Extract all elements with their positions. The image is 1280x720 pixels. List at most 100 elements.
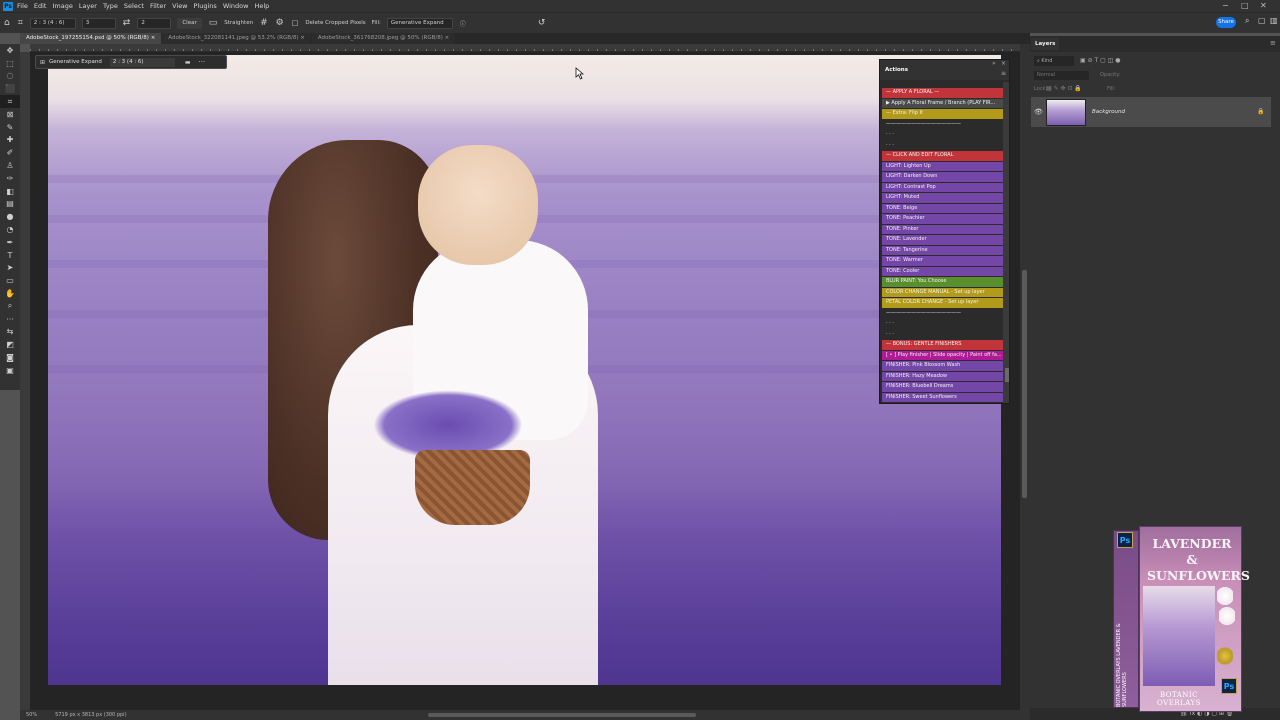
marquee-tool-icon[interactable]: ⬚ <box>0 57 20 70</box>
action-item[interactable]: ——————————————— <box>882 308 1003 318</box>
actions-panel-title[interactable]: Actions <box>880 60 1009 80</box>
menu-image[interactable]: Image <box>52 2 72 10</box>
action-item[interactable]: TONE: Cooler <box>882 266 1003 276</box>
home-icon[interactable]: ⌂ <box>4 18 10 28</box>
crop-height-field[interactable]: 2 <box>137 17 172 29</box>
menu-view[interactable]: View <box>172 2 187 10</box>
action-item[interactable]: · · · <box>882 140 1003 150</box>
action-item[interactable]: TONE: Pinker <box>882 224 1003 234</box>
menu-window[interactable]: Window <box>223 2 249 10</box>
action-item[interactable]: · · · <box>882 130 1003 140</box>
grid-overlay-icon[interactable]: # <box>260 18 268 28</box>
move-tool-icon[interactable]: ✥ <box>0 44 20 57</box>
layer-filter-select[interactable]: ⌕ Kind <box>1034 56 1074 66</box>
panel-menu-icon[interactable]: ≡ <box>1001 70 1006 77</box>
menu-filter[interactable]: Filter <box>150 2 166 10</box>
generative-expand-ratio[interactable]: 2 : 3 (4 : 6) <box>109 57 175 67</box>
maximize-icon[interactable]: □ <box>1241 1 1249 10</box>
tab-document-3[interactable]: AdobeStock_361768208.jpeg @ 50% (RGB/8) … <box>311 33 456 44</box>
action-item[interactable]: TONE: Lavender <box>882 235 1003 245</box>
zoom-level[interactable]: 50% <box>26 712 37 718</box>
action-item[interactable]: FINISHER: Pink Blossom Wash <box>882 361 1003 371</box>
menu-type[interactable]: Type <box>103 2 118 10</box>
eyedropper-icon[interactable]: ✎ <box>0 121 20 134</box>
actions-scrollbar-thumb[interactable] <box>1005 368 1009 382</box>
color-swatches-icon[interactable]: ◩ <box>0 338 20 351</box>
close-tab-icon[interactable]: × <box>300 35 305 41</box>
action-item[interactable]: TONE: Peachier <box>882 214 1003 224</box>
tab-document-1[interactable]: AdobeStock_197255154.psd @ 50% (RGB/8) × <box>20 33 162 44</box>
action-item[interactable]: LIGHT: Lighten Up <box>882 161 1003 171</box>
action-item[interactable]: ▶ Apply A Floral Frame / Branch (PLAY FI… <box>882 98 1003 108</box>
action-item[interactable]: COLOR CHANGE MANUAL - Set up layer <box>882 287 1003 297</box>
eye-visibility-icon[interactable]: 👁 <box>1034 108 1043 116</box>
swap-icon[interactable]: ⇄ <box>123 18 131 28</box>
clear-button[interactable]: Clear <box>177 17 202 29</box>
pen-tool-icon[interactable]: ✒ <box>0 236 20 249</box>
delete-cropped-checkbox[interactable]: □ <box>292 19 299 27</box>
menu-layer[interactable]: Layer <box>79 2 97 10</box>
action-item[interactable]: ——————————————— <box>882 119 1003 129</box>
dodge-tool-icon[interactable]: ◔ <box>0 223 20 236</box>
action-item[interactable]: — Extra: Flip It <box>882 109 1003 119</box>
layer-name[interactable]: Background <box>1092 109 1125 115</box>
straighten-button[interactable]: Straighten <box>224 20 253 26</box>
menu-help[interactable]: Help <box>254 2 269 10</box>
close-tab-icon[interactable]: × <box>151 35 156 41</box>
collapse-panel-icon[interactable]: » <box>992 60 996 67</box>
shape-tool-icon[interactable]: ▭ <box>0 274 20 287</box>
tab-document-2[interactable]: AdobeStock_322081141.jpeg @ 53.2% (RGB/8… <box>162 33 311 44</box>
action-item[interactable]: TONE: Warmer <box>882 256 1003 266</box>
type-tool-icon[interactable]: T <box>0 249 20 262</box>
gear-icon[interactable]: ⚙ <box>276 18 284 28</box>
lasso-tool-icon[interactable]: ◌ <box>0 70 20 83</box>
quick-mask-icon[interactable]: ◙ <box>0 351 20 364</box>
crop-width-field[interactable]: 3 <box>81 17 116 29</box>
info-icon[interactable]: ⓘ <box>460 19 466 28</box>
action-item[interactable]: TONE: Tangerine <box>882 245 1003 255</box>
gradient-icon[interactable]: ▤ <box>0 198 20 211</box>
action-item[interactable]: · · · <box>882 329 1003 339</box>
action-item[interactable]: FINISHER: Bluebell Dreams <box>882 382 1003 392</box>
close-tab-icon[interactable]: × <box>445 35 450 41</box>
horizontal-scrollbar-thumb[interactable] <box>428 713 696 717</box>
path-select-icon[interactable]: ➤ <box>0 262 20 275</box>
action-item[interactable]: FINISHER: Sweet Sunflowers <box>882 392 1003 402</box>
hand-tool-icon[interactable]: ✋ <box>0 287 20 300</box>
minimize-icon[interactable]: − <box>1222 1 1229 10</box>
eraser-icon[interactable]: ◧ <box>0 185 20 198</box>
straighten-icon[interactable]: ▭ <box>209 18 218 28</box>
fill-select[interactable]: Generative Expand <box>386 17 453 29</box>
action-item[interactable]: LIGHT: Darken Down <box>882 172 1003 182</box>
tab-layers[interactable]: Layers <box>1031 38 1060 50</box>
action-item[interactable]: PETAL COLOR CHANGE - Set up layer <box>882 298 1003 308</box>
generative-expand-button[interactable]: Generative Expand <box>49 59 102 65</box>
blur-tool-icon[interactable]: ● <box>0 210 20 223</box>
object-select-icon[interactable]: ⬛ <box>0 82 20 95</box>
action-item[interactable]: — APPLY A FLORAL — <box>882 88 1003 98</box>
action-item[interactable]: · · · <box>882 319 1003 329</box>
action-item[interactable]: LIGHT: Contrast Pop <box>882 182 1003 192</box>
action-item[interactable]: LIGHT: Muted <box>882 193 1003 203</box>
close-window-icon[interactable]: ✕ <box>1260 1 1267 10</box>
share-button[interactable]: Share <box>1216 17 1236 28</box>
history-brush-icon[interactable]: ✑ <box>0 172 20 185</box>
reset-icon[interactable]: ↺ <box>538 18 546 28</box>
crop-ratio-select[interactable]: 2 : 3 (4 : 6) <box>29 17 76 29</box>
panel-menu-icon[interactable]: ≡ <box>1270 39 1276 47</box>
healing-brush-icon[interactable]: ✚ <box>0 134 20 147</box>
action-item[interactable]: — CLICK AND EDIT FLORAL <box>882 151 1003 161</box>
crop-tool-icon[interactable]: ⌗ <box>0 95 20 108</box>
action-item[interactable]: [ • ] Play finisher | Slide opacity | Pa… <box>882 350 1003 360</box>
menu-plugins[interactable]: Plugins <box>194 2 217 10</box>
workspace-icon[interactable]: ▢ <box>1258 16 1266 25</box>
menu-file[interactable]: File <box>17 2 28 10</box>
vertical-ruler[interactable] <box>20 52 30 712</box>
action-item[interactable]: — BONUS: GENTLE FINISHERS <box>882 340 1003 350</box>
horizontal-ruler[interactable] <box>30 44 1020 52</box>
menu-edit[interactable]: Edit <box>34 2 47 10</box>
action-item[interactable]: TONE: Beige <box>882 203 1003 213</box>
action-item[interactable]: BLUR PAINT: You Choose <box>882 277 1003 287</box>
screen-mode-icon[interactable]: ▣ <box>0 364 20 377</box>
more-options-icon[interactable]: ··· <box>199 58 206 66</box>
